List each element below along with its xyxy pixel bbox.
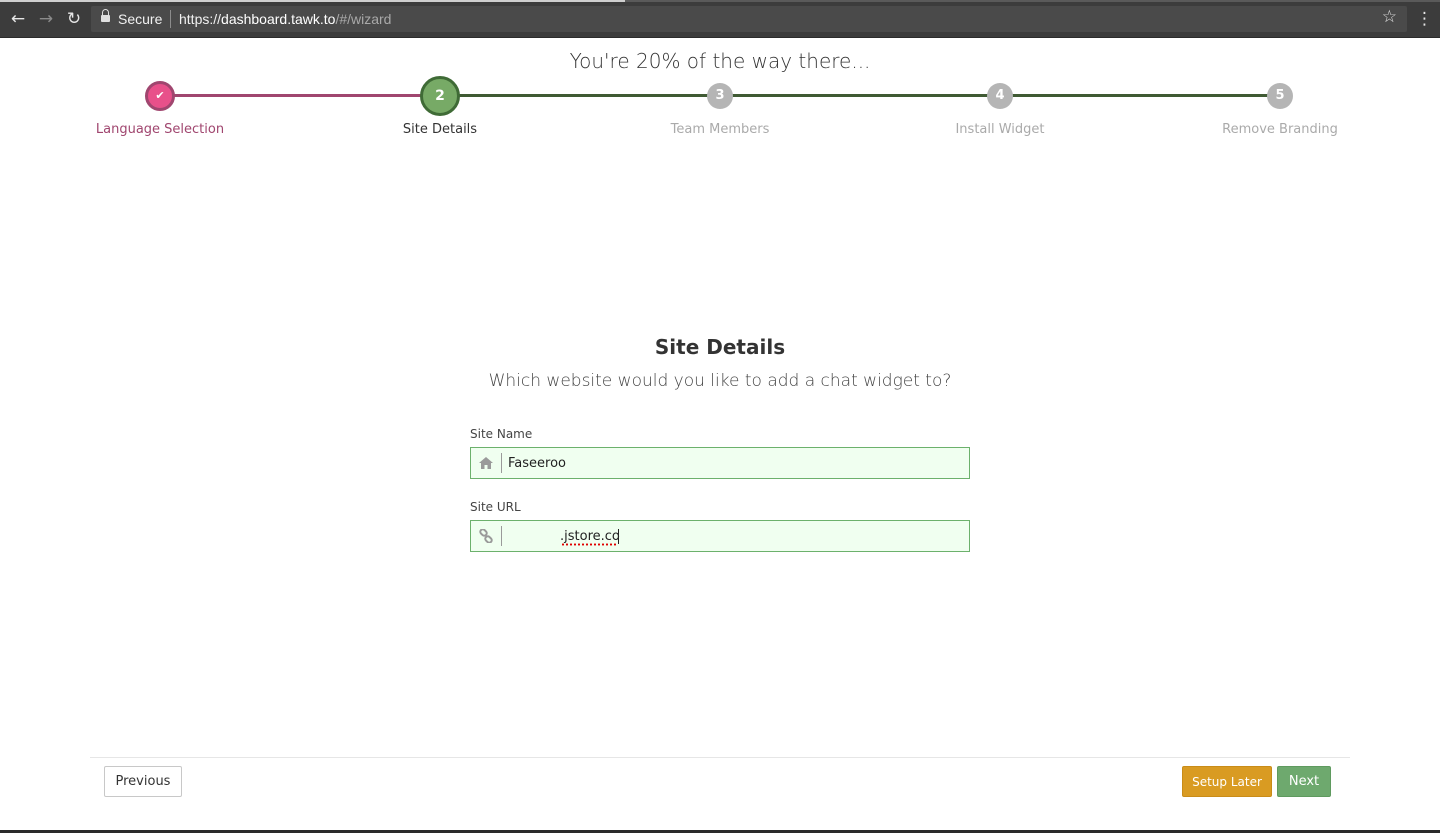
step-1-indicator[interactable]: ✔ (145, 81, 175, 111)
link-icon (471, 521, 501, 551)
step-1-label[interactable]: Language Selection (60, 122, 260, 137)
step-number: 3 (715, 88, 725, 103)
address-bar[interactable]: Secure https://dashboard.tawk.to/#/wizar… (91, 6, 1407, 32)
secure-label[interactable]: Secure (118, 11, 162, 27)
step-2-label[interactable]: Site Details (340, 122, 540, 137)
menu-dots-icon[interactable]: ⋮ (1416, 8, 1433, 30)
spellcheck-underline (561, 543, 617, 546)
lock-icon[interactable] (101, 9, 110, 22)
step-3-indicator[interactable]: 3 (707, 83, 733, 109)
addon-divider (501, 526, 502, 546)
progress-title: You're 20% of the way there... (569, 49, 871, 73)
url-text[interactable]: https://dashboard.tawk.to/#/wizard (179, 11, 391, 27)
section-subtitle: Which website would you like to add a ch… (488, 371, 952, 391)
step-4-label[interactable]: Install Widget (900, 122, 1100, 137)
step-5-indicator[interactable]: 5 (1267, 83, 1293, 109)
tab-strip (0, 0, 1440, 2)
stepper-connector (440, 94, 720, 97)
step-3-label[interactable]: Team Members (620, 122, 820, 137)
browser-toolbar: ← → ↻ Secure https://dashboard.tawk.to/#… (0, 0, 1440, 38)
site-name-input[interactable] (508, 448, 963, 478)
setup-later-button[interactable]: Setup Later (1182, 766, 1272, 797)
stepper-connector (720, 94, 1000, 97)
home-icon (471, 448, 501, 478)
stepper-connector (160, 94, 440, 97)
footer-divider (90, 757, 1350, 758)
url-scheme: https:// (179, 11, 222, 27)
previous-button[interactable]: Previous (104, 766, 182, 797)
step-number: 5 (1275, 88, 1285, 103)
stepper-connector (1000, 94, 1280, 97)
star-icon[interactable]: ☆ (1382, 7, 1397, 27)
address-separator (170, 10, 171, 28)
step-number: 4 (995, 88, 1005, 103)
site-url-field[interactable] (470, 520, 970, 552)
site-url-label: Site URL (470, 500, 521, 514)
step-4-indicator[interactable]: 4 (987, 83, 1013, 109)
step-5-label[interactable]: Remove Branding (1180, 122, 1380, 137)
section-title: Site Details (654, 335, 786, 359)
active-tab-indicator[interactable] (0, 0, 625, 2)
site-name-label: Site Name (470, 427, 533, 441)
text-caret (618, 529, 619, 544)
back-arrow-icon[interactable]: ← (7, 8, 29, 30)
site-url-input[interactable] (508, 521, 963, 551)
step-number: 2 (435, 88, 445, 104)
step-2-indicator[interactable]: 2 (420, 76, 460, 116)
forward-arrow-icon[interactable]: → (35, 8, 57, 30)
addon-divider (501, 453, 502, 473)
next-button[interactable]: Next (1277, 766, 1331, 797)
url-path: /#/wizard (335, 11, 392, 27)
reload-icon[interactable]: ↻ (63, 8, 85, 30)
site-name-field[interactable] (470, 447, 970, 479)
checkmark-icon: ✔ (155, 89, 165, 102)
url-host: dashboard.tawk.to (221, 11, 336, 27)
